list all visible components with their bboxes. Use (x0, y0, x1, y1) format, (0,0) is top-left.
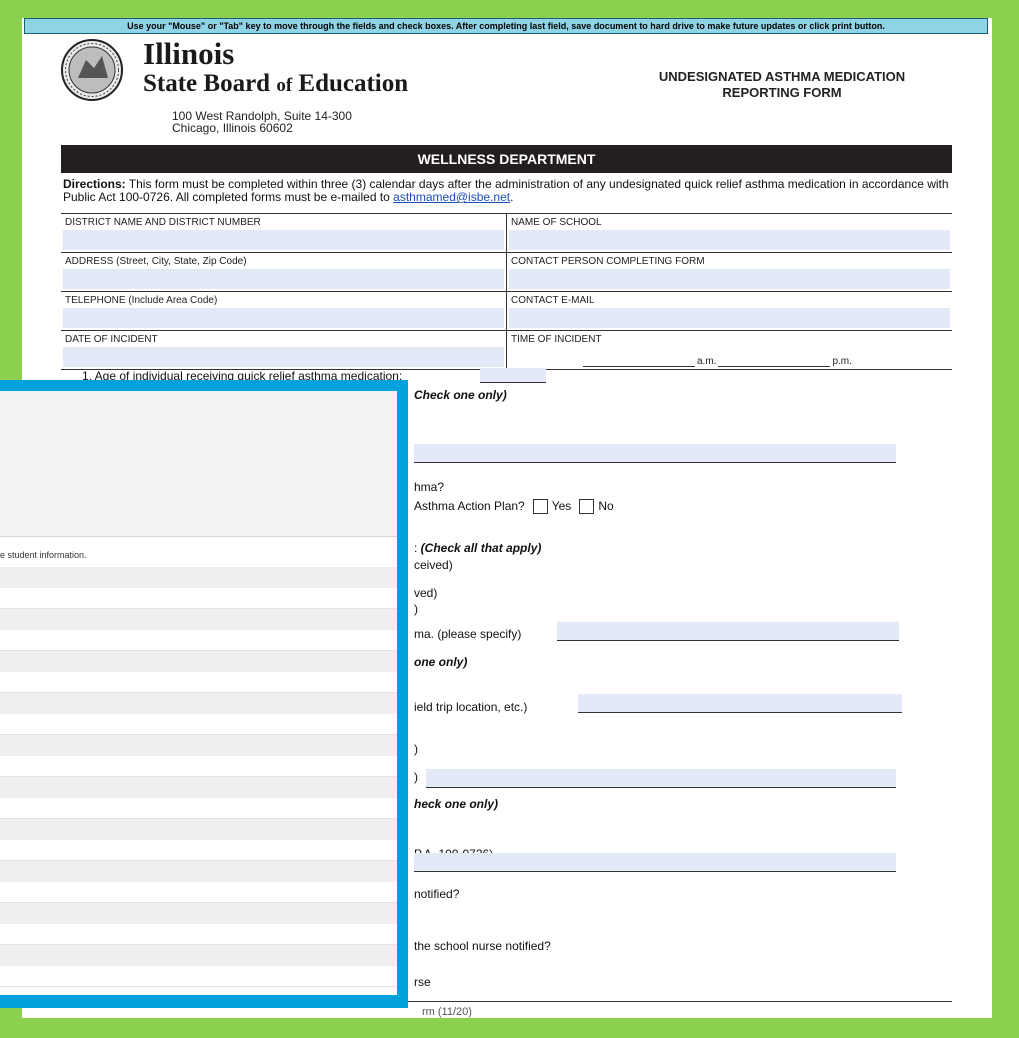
department-header: WELLNESS DEPARTMENT (61, 145, 952, 173)
q9-nurse-notified: the school nurse notified? (414, 939, 551, 953)
q4-opt-c: ) (414, 602, 418, 616)
q4-check-all: : (Check all that apply) (414, 541, 542, 555)
overlay-row[interactable] (0, 882, 397, 903)
overlay-row[interactable] (0, 903, 397, 924)
instruction-banner: Use your "Mouse" or "Tab" key to move th… (24, 18, 988, 34)
overlay-row[interactable] (0, 693, 397, 714)
q6-opt-b: ) (414, 770, 418, 784)
overlay-row[interactable] (0, 924, 397, 945)
school-field[interactable] (509, 230, 950, 250)
time-label: TIME OF INCIDENT (511, 334, 602, 345)
overlay-row[interactable] (0, 798, 397, 819)
q6-other-field[interactable] (426, 769, 896, 788)
address-label: ADDRESS (Street, City, State, Zip Code) (65, 256, 247, 267)
district-field[interactable] (63, 230, 504, 250)
q4-opt-d: ma. (please specify) (414, 627, 522, 641)
org-name-illinois: Illinois (143, 36, 235, 71)
q8-notified: notified? (414, 887, 460, 901)
age-field[interactable] (480, 368, 546, 383)
overlay-row[interactable] (0, 714, 397, 735)
q4-specify-field[interactable] (557, 622, 899, 641)
q7-check-one: heck one only) (414, 797, 499, 811)
time-inputs: a.m. p.m. (583, 356, 852, 367)
district-label: DISTRICT NAME AND DISTRICT NUMBER (65, 217, 261, 228)
q3-text: hma? (414, 480, 445, 494)
date-field[interactable] (63, 347, 504, 367)
overlay-row[interactable] (0, 672, 397, 693)
overlay-row[interactable] (0, 819, 397, 840)
info-grid: DISTRICT NAME AND DISTRICT NUMBER NAME O… (61, 213, 952, 370)
contact-email-field[interactable] (509, 308, 950, 328)
overlay-row[interactable] (0, 651, 397, 672)
overlay-row[interactable] (0, 735, 397, 756)
overlay-text: e student information. (0, 550, 87, 560)
overlay-row[interactable] (0, 588, 397, 609)
q7-other-field[interactable] (414, 853, 896, 872)
overlay-row[interactable] (0, 756, 397, 777)
form-footer: rm (11/20) (422, 1006, 472, 1018)
overlay-header (0, 391, 397, 537)
org-name-board: State Board of Education (143, 70, 409, 97)
address-field[interactable] (63, 269, 504, 289)
telephone-label: TELEPHONE (Include Area Code) (65, 295, 218, 306)
isbe-seal-icon (61, 39, 123, 101)
overlay-row[interactable] (0, 861, 397, 882)
page-frame: Use your "Mouse" or "Tab" key to move th… (0, 0, 1019, 1038)
contact-person-field[interactable] (509, 269, 950, 289)
q9-nurse: rse (414, 975, 431, 989)
yes-checkbox[interactable] (532, 499, 548, 515)
overlay-panel: e student information. (0, 391, 397, 995)
overlay-row[interactable] (0, 966, 397, 987)
q4-opt-b: ved) (414, 586, 438, 600)
school-label: NAME OF SCHOOL (511, 217, 602, 228)
q6-opt-a: ) (414, 742, 418, 756)
overlay-row[interactable] (0, 567, 397, 588)
pm-time-field[interactable] (718, 356, 831, 367)
q3b-action-plan: Asthma Action Plan? Yes No (414, 499, 614, 515)
date-label: DATE OF INCIDENT (65, 334, 158, 345)
am-time-field[interactable] (583, 356, 695, 367)
overlay-row[interactable] (0, 630, 397, 651)
q5-field-trip: ield trip location, etc.) (414, 700, 528, 714)
form-title: UNDESIGNATED ASTHMA MEDICATION REPORTING… (658, 69, 906, 100)
q5-location-field[interactable] (578, 694, 902, 713)
q2-other-field[interactable] (414, 444, 896, 463)
overlay-row[interactable] (0, 609, 397, 630)
q5-one-only: one only) (414, 655, 468, 669)
overlay-row[interactable] (0, 777, 397, 798)
signature-line (392, 1001, 952, 1002)
org-address: 100 West Randolph, Suite 14-300 Chicago,… (172, 109, 352, 135)
overlay-row[interactable] (0, 945, 397, 966)
contact-email-label: CONTACT E-MAIL (511, 295, 595, 306)
overlay-row[interactable] (0, 840, 397, 861)
directions-text: Directions: This form must be completed … (63, 177, 949, 204)
no-checkbox[interactable] (579, 499, 595, 515)
contact-person-label: CONTACT PERSON COMPLETING FORM (511, 256, 705, 267)
email-link[interactable]: asthmamed@isbe.net (393, 190, 510, 204)
q4-opt-a: ceived) (414, 558, 453, 572)
q2-check-one: Check one only) (414, 388, 507, 402)
telephone-field[interactable] (63, 308, 504, 328)
